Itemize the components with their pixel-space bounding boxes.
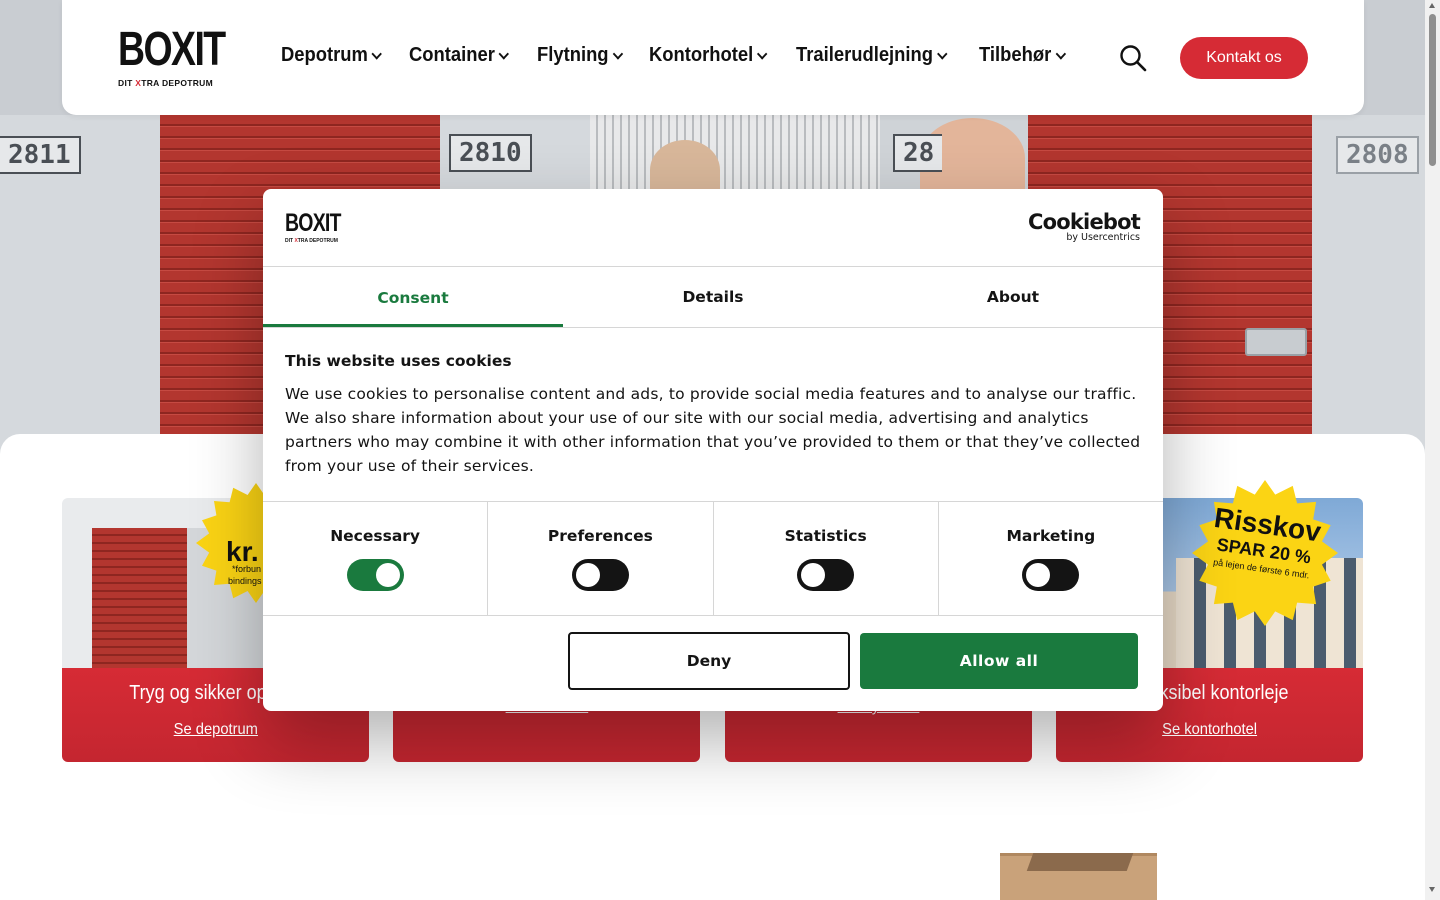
dialog-tabs: Consent Details About bbox=[263, 267, 1163, 328]
tab-consent[interactable]: Consent bbox=[263, 267, 563, 327]
tab-details[interactable]: Details bbox=[563, 267, 863, 327]
category-necessary: Necessary bbox=[263, 502, 489, 615]
category-label: Statistics bbox=[784, 527, 867, 545]
deny-button[interactable]: Deny bbox=[568, 632, 850, 690]
dialog-header: BOXIT DIT XTRA DEPOTRUM Cookiebot by Use… bbox=[263, 189, 1163, 267]
dialog-description: We use cookies to personalise content an… bbox=[285, 385, 1141, 475]
tab-about[interactable]: About bbox=[863, 267, 1163, 327]
necessary-toggle[interactable] bbox=[346, 559, 404, 591]
allow-all-button[interactable]: Allow all bbox=[860, 633, 1138, 689]
cookie-consent-dialog: BOXIT DIT XTRA DEPOTRUM Cookiebot by Use… bbox=[263, 189, 1163, 711]
category-label: Necessary bbox=[330, 527, 421, 545]
boxit-logo: BOXIT DIT XTRA DEPOTRUM bbox=[285, 209, 341, 245]
category-statistics: Statistics bbox=[714, 502, 939, 615]
cookiebot-logo[interactable]: Cookiebot by Usercentrics bbox=[1028, 211, 1141, 243]
preferences-toggle[interactable] bbox=[571, 559, 629, 591]
cookie-categories: Necessary Preferences Statistics Marketi… bbox=[263, 501, 1163, 616]
marketing-toggle[interactable] bbox=[1022, 559, 1080, 591]
dialog-body: This website uses cookies We use cookies… bbox=[263, 328, 1163, 501]
dialog-actions: Deny Allow all bbox=[263, 616, 1163, 711]
category-marketing: Marketing bbox=[939, 502, 1163, 615]
category-label: Marketing bbox=[1006, 527, 1096, 545]
page-scrollbar[interactable] bbox=[1425, 0, 1440, 900]
statistics-toggle[interactable] bbox=[797, 559, 855, 591]
category-label: Preferences bbox=[547, 527, 653, 545]
scroll-down-icon[interactable] bbox=[1429, 887, 1435, 892]
dialog-heading: This website uses cookies bbox=[285, 352, 512, 370]
category-preferences: Preferences bbox=[488, 502, 714, 615]
scrollbar-thumb[interactable] bbox=[1429, 14, 1436, 166]
scroll-up-icon[interactable] bbox=[1429, 3, 1435, 8]
